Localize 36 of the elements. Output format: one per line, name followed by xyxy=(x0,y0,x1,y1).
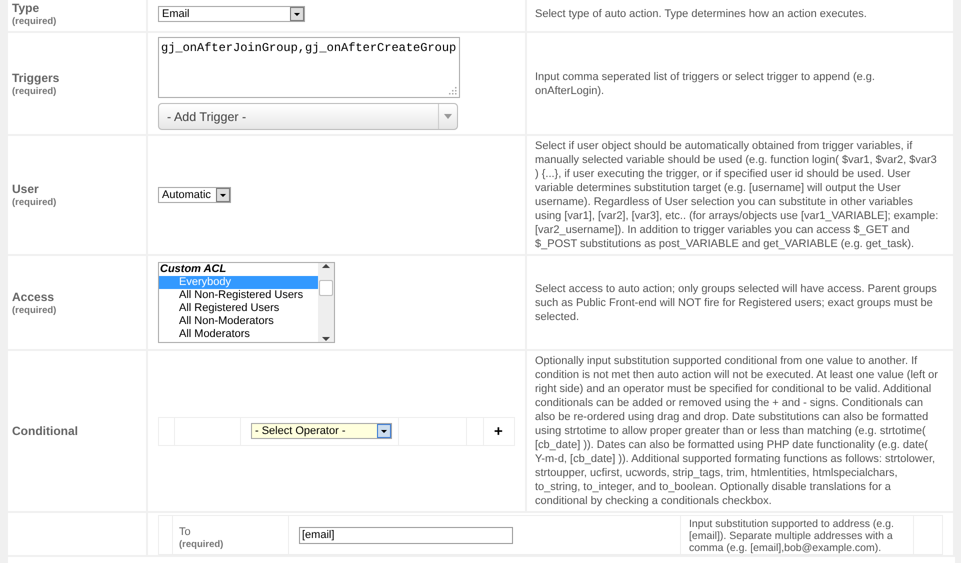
triggers-textarea[interactable]: gj_onAfterJoinGroup,gj_onAfterCreateGroup xyxy=(158,37,460,98)
list-option[interactable]: All Registered Users xyxy=(159,302,318,315)
field-description: Input comma seperated list of triggers or select trigger to append (e.g. onAfterLogin). xyxy=(535,70,876,98)
caret-icon xyxy=(444,114,452,119)
list-option[interactable]: All Non-Moderators xyxy=(159,315,318,328)
field-label: Triggers xyxy=(12,70,60,84)
field-label: User xyxy=(12,182,40,196)
list-group-label: Custom ACL xyxy=(159,263,228,276)
dropdown[interactable]: Automatic xyxy=(158,187,231,203)
required-note: (required) xyxy=(12,86,58,96)
scrollbar[interactable] xyxy=(318,263,334,342)
operator-dropdown[interactable]: - Select Operator - xyxy=(251,423,392,439)
field-description: Select access to auto action; only groups selected will have access. Parent groups such as Public Front-end will NOT fire for Registered users; exact groups must be selected. xyxy=(535,282,938,324)
field-description: Input substitution supported to address (e.g. [email]). Separate multiple addresses with a comma (e.g. [email],bob@example.com). xyxy=(689,518,895,554)
field-description: Select if user object should be automatically obtained from trigger variables, if manually selected variable should be used (e.g. function login( $var1, $var2, $var3 ) {...}, if user executing the trigger, or if specified user id should be used. User variable determines substitution target (e.g. [username] will output the User username). Regardless of User selection you can substitute in other variables using [var1], [var2], [var3], etc.. (for arrays/objects use [var1_VARIABLE]; example: [var2_username]). In addition to trigger variables you can access $_GET and $_POST substitutions as post_VARIABLE and get_VARIABLE (e.g. get_task). xyxy=(535,139,939,251)
list-option[interactable]: All Non-Registered Users xyxy=(159,289,318,302)
field-label: Type xyxy=(12,1,40,15)
field-description: Select type of auto action. Type determines how an action executes. xyxy=(535,7,868,21)
scroll-down-icon[interactable] xyxy=(322,336,330,342)
add-trigger-dropdown[interactable]: - Add Trigger - xyxy=(158,103,458,130)
access-listbox[interactable]: Custom ACL Everybody All Non-Registered Users All Registered Users All Non-Moderators All Moderators xyxy=(158,262,335,343)
field-label: Access xyxy=(12,290,56,304)
required-note: (required) xyxy=(179,539,224,550)
field-description: Optionally input substitution supported conditional from one value to another. If condition is not met then auto action will not be executed. At least one value (left or right side) and an operator must be specified for conditional to be valid. Additional conditionals can be added or removed using the + and - signs. Conditionals can also be re-ordered using drag and drop. Date substitutions can also be formatted using strtotime to allow proper greater than or less than matching (e.g. strtotime( [cb_date] )). Dates can also be formatted using PHP date functionality (e.g. date( Y-m-d, [cb_date] )). Additional supported formating functions as follows: strtolower, strtoupper, ucfirst, ucwords, strip_tags, trim, htmlentities, htmlspecialchars, to_string, to_integer, and to_boolean. Optionally disable translations for a conditional by checking a conditionals checkbox. xyxy=(535,354,939,508)
list-option[interactable]: All Moderators xyxy=(159,328,318,341)
dropdown[interactable]: Email xyxy=(158,6,305,22)
to-address-input[interactable]: [email] xyxy=(299,526,513,544)
scroll-up-icon[interactable] xyxy=(322,263,330,269)
resize-grip-icon xyxy=(449,87,457,95)
field-label: Conditional xyxy=(12,424,79,438)
required-note: (required) xyxy=(12,16,58,27)
required-note: (required) xyxy=(12,197,58,208)
scrollbar-thumb[interactable] xyxy=(319,280,333,296)
required-note: (required) xyxy=(12,304,58,316)
add-conditional-button[interactable]: + xyxy=(494,422,503,440)
field-label: To xyxy=(179,526,192,538)
